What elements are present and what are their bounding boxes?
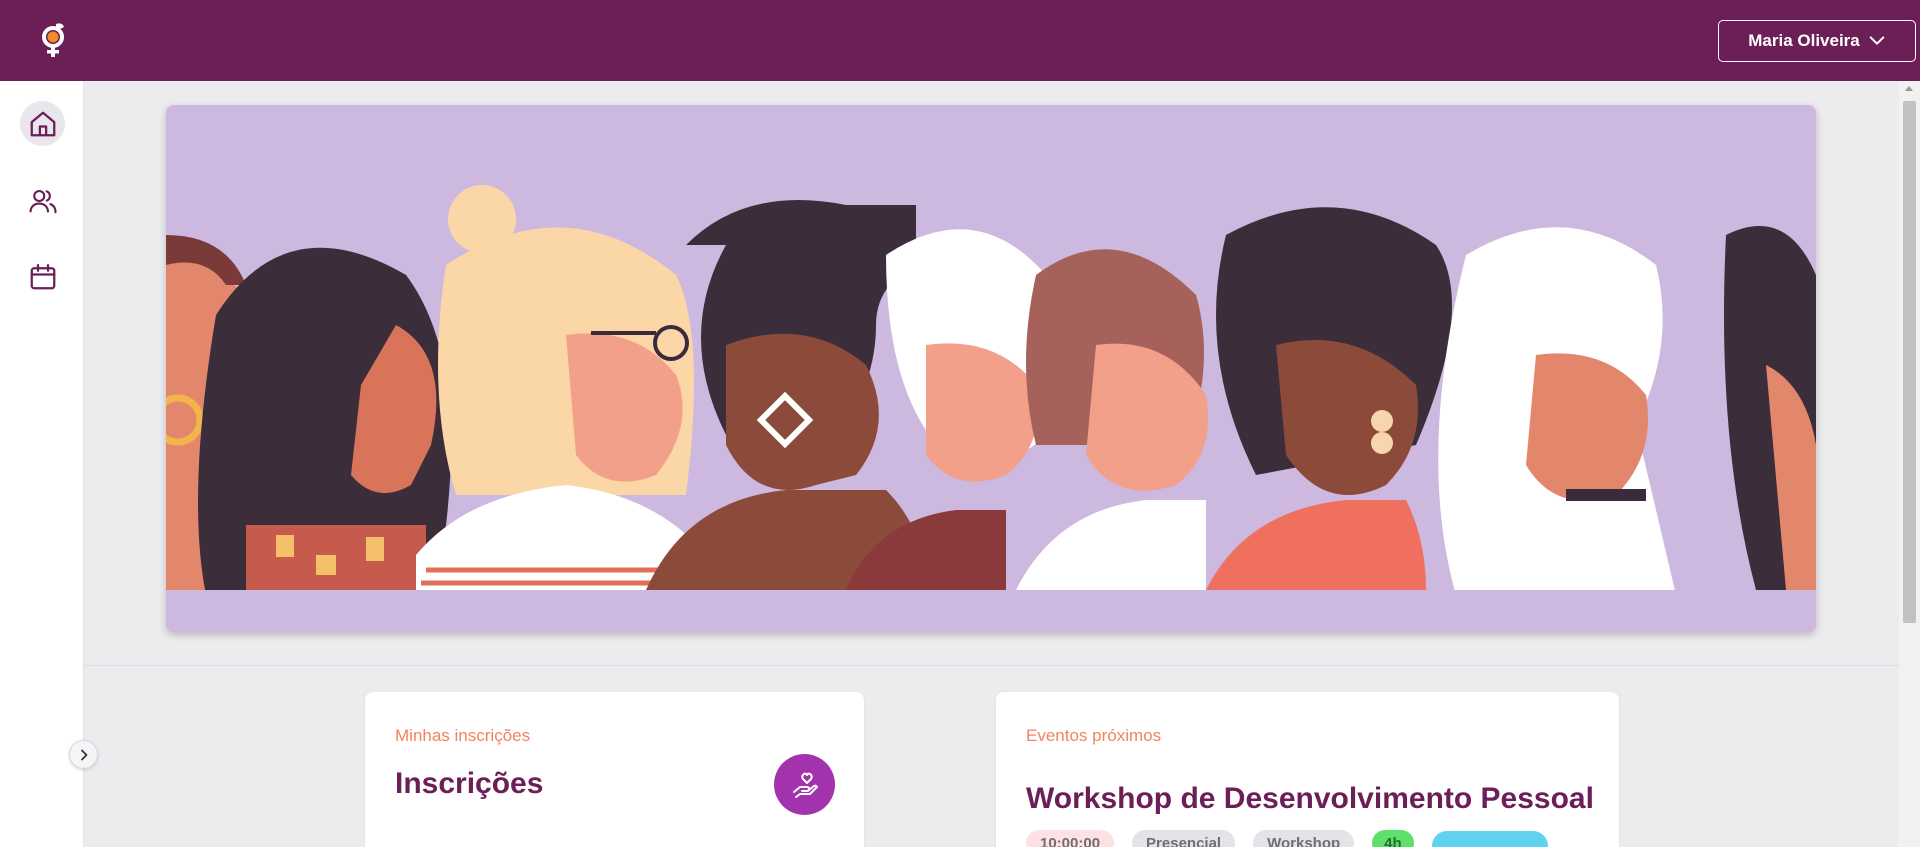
scrollbar-thumb[interactable] [1903, 101, 1916, 623]
event-type-badge: Workshop [1253, 830, 1355, 847]
chevron-down-icon [1869, 36, 1885, 45]
chevron-right-icon [80, 749, 87, 760]
event-title[interactable]: Workshop de Desenvolvimento Pessoal [1026, 782, 1594, 816]
scroll-up-arrow-icon[interactable] [1905, 86, 1913, 91]
upcoming-events-card[interactable]: Eventos próximos Workshop de Desenvolvim… [996, 692, 1619, 847]
sidebar-collapse-button[interactable] [69, 740, 98, 769]
sidebar-item-calendar[interactable] [20, 254, 65, 299]
page-scrollbar[interactable] [1899, 81, 1920, 847]
event-duration-badge: 4h [1372, 830, 1414, 847]
event-action-button[interactable] [1431, 831, 1548, 847]
women-profiles-illustration [166, 105, 1816, 632]
registrations-card-label: Minhas inscrições [395, 726, 531, 745]
top-navbar: Maria Oliveira [0, 0, 1920, 81]
section-divider [84, 665, 1899, 666]
sidebar-item-users[interactable] [20, 178, 65, 223]
heart-hand-icon[interactable] [774, 754, 835, 815]
sidebar-item-home[interactable] [20, 101, 65, 146]
user-name: Maria Oliveira [1748, 31, 1860, 50]
sidebar [0, 81, 84, 847]
home-icon [30, 111, 55, 136]
women-symbol-logo-icon[interactable] [38, 20, 72, 60]
event-time-badge: 10:00:00 [1026, 830, 1115, 847]
event-tags: 10:00:00 Presencial Workshop 4h [1026, 825, 1548, 847]
hero-banner [166, 105, 1816, 632]
events-card-label: Eventos próximos [1026, 726, 1162, 745]
users-icon [28, 189, 57, 213]
registrations-card-title: Inscrições [395, 767, 544, 800]
registrations-card[interactable]: Minhas inscrições Inscrições [365, 692, 864, 847]
user-menu-button[interactable]: Maria Oliveira [1718, 20, 1916, 62]
event-mode-badge: Presencial [1132, 830, 1236, 847]
calendar-icon [30, 263, 55, 289]
